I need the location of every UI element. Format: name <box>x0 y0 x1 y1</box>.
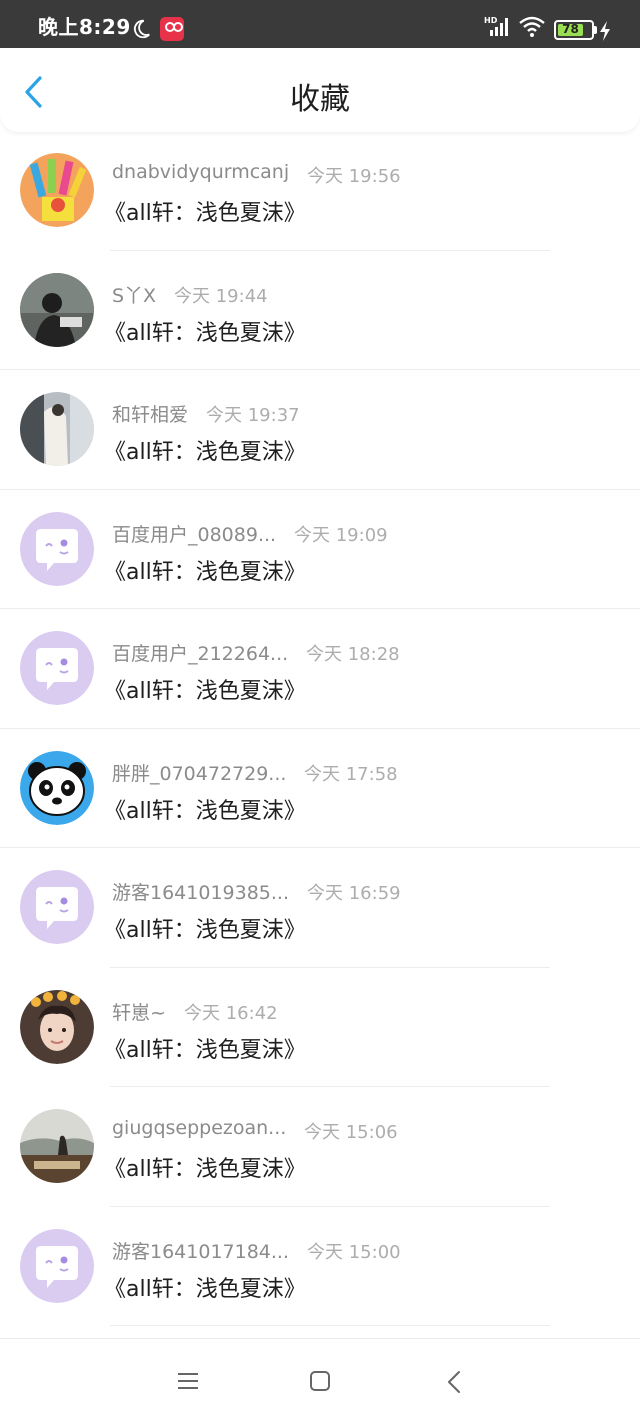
divider <box>110 1325 550 1326</box>
avatar[interactable] <box>20 631 94 705</box>
username: 百度用户_08089... <box>112 523 277 546</box>
favorite-title[interactable]: 《all轩：浅色夏沫》 <box>104 554 306 586</box>
favorite-item[interactable]: 游客1641019385... 今天 16:59 《all轩：浅色夏沫》 <box>0 848 640 968</box>
favorite-item[interactable]: giugqseppezoan... 今天 15:06 《all轩：浅色夏沫》 <box>0 1087 640 1207</box>
favorite-title[interactable]: 《all轩：浅色夏沫》 <box>104 1271 306 1303</box>
system-nav-bar <box>0 1338 640 1422</box>
avatar[interactable] <box>20 1109 94 1183</box>
timestamp: 今天 15:00 <box>307 1241 401 1263</box>
timestamp: 今天 19:09 <box>294 524 388 546</box>
favorite-item[interactable]: 游客1641017184... 今天 15:00 《all轩：浅色夏沫》 <box>0 1207 640 1326</box>
username: 游客1641019385... <box>112 882 290 904</box>
username: giugqseppezoan... <box>112 1117 287 1139</box>
timestamp: 今天 19:56 <box>307 166 401 187</box>
username: 和轩相爱 <box>112 404 189 426</box>
timestamp: 今天 19:37 <box>206 405 300 426</box>
favorite-title[interactable]: 《all轩：浅色夏沫》 <box>104 434 306 466</box>
avatar[interactable] <box>20 1228 94 1303</box>
timestamp: 今天 16:42 <box>184 1002 278 1024</box>
username: dnabvidyqurmcanj <box>112 161 290 183</box>
home-square-icon[interactable] <box>309 1370 331 1392</box>
svg-text:HD: HD <box>484 16 498 25</box>
favorite-item[interactable]: 和轩相爱 今天 19:37 《all轩：浅色夏沫》 <box>0 370 640 490</box>
timestamp: 今天 19:44 <box>174 285 268 307</box>
page-title: 收藏 <box>290 82 350 117</box>
favorite-item[interactable]: 百度用户_212264... 今天 18:28 《all轩：浅色夏沫》 <box>0 609 640 729</box>
signal-hd-icon: HD <box>484 16 508 36</box>
avatar[interactable] <box>20 272 94 347</box>
timestamp: 今天 17:58 <box>304 763 398 785</box>
back-triangle-icon[interactable] <box>444 1369 464 1395</box>
favorite-title[interactable]: 《all轩：浅色夏沫》 <box>104 912 306 944</box>
username: S丫X <box>112 284 157 307</box>
status-bar: 晚上8:29 HD 78 <box>0 0 640 48</box>
favorite-title[interactable]: 《all轩：浅色夏沫》 <box>104 315 306 347</box>
favorite-title[interactable]: 《all轩：浅色夏沫》 <box>104 1151 306 1183</box>
username: 轩崽~ <box>112 1001 166 1024</box>
battery-level: 78 <box>562 22 579 36</box>
timestamp: 今天 15:06 <box>304 1122 398 1143</box>
username: 游客1641017184... <box>112 1240 290 1263</box>
avatar[interactable] <box>20 989 94 1064</box>
status-time: 晚上8:29 <box>38 15 131 39</box>
username: 百度用户_212264... <box>112 643 289 665</box>
wifi-icon <box>519 16 545 37</box>
favorite-item[interactable]: 百度用户_08089... 今天 19:09 《all轩：浅色夏沫》 <box>0 490 640 609</box>
favorite-item[interactable]: 轩崽~ 今天 16:42 《all轩：浅色夏沫》 <box>0 968 640 1087</box>
favorites-list: dnabvidyqurmcanj 今天 19:56 《all轩：浅色夏沫》 S丫X 今天… <box>0 131 640 1326</box>
charging-icon <box>600 21 610 41</box>
menu-icon[interactable] <box>176 1371 200 1391</box>
moon-icon <box>133 19 150 39</box>
favorite-title[interactable]: 《all轩：浅色夏沫》 <box>104 195 306 227</box>
favorite-title[interactable]: 《all轩：浅色夏沫》 <box>104 673 306 705</box>
avatar[interactable] <box>20 870 94 944</box>
avatar[interactable] <box>20 392 94 466</box>
app-header: 收藏 <box>0 48 640 132</box>
avatar[interactable] <box>20 153 94 227</box>
favorite-item[interactable]: S丫X 今天 19:44 《all轩：浅色夏沫》 <box>0 251 640 370</box>
favorite-item[interactable]: 胖胖_070472729... 今天 17:58 《all轩：浅色夏沫》 <box>0 729 640 848</box>
timestamp: 今天 18:28 <box>306 644 400 665</box>
battery-fill: 78 <box>558 22 583 36</box>
favorite-title[interactable]: 《all轩：浅色夏沫》 <box>104 1032 306 1064</box>
avatar[interactable] <box>20 750 94 825</box>
app-notification-icon <box>160 17 184 41</box>
favorite-title[interactable]: 《all轩：浅色夏沫》 <box>104 793 306 825</box>
battery-icon: 78 <box>554 20 597 40</box>
username: 胖胖_070472729... <box>112 762 287 785</box>
timestamp: 今天 16:59 <box>307 883 401 904</box>
avatar[interactable] <box>20 511 94 586</box>
favorite-item[interactable]: dnabvidyqurmcanj 今天 19:56 《all轩：浅色夏沫》 <box>0 131 640 251</box>
